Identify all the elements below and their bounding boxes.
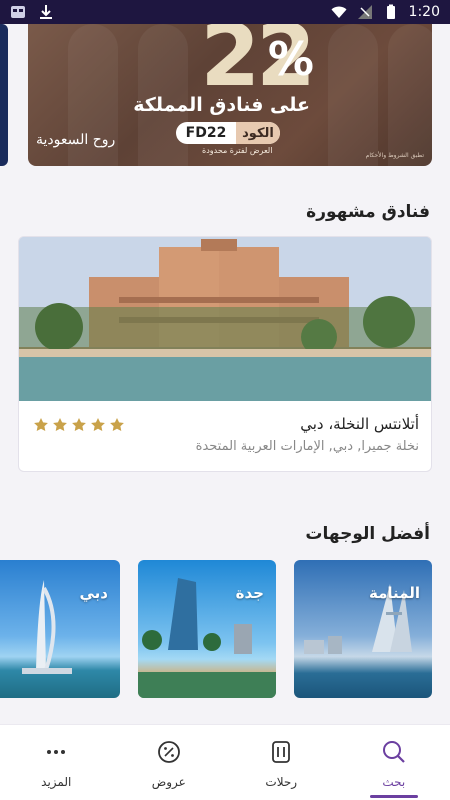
offers-icon bbox=[157, 741, 180, 763]
star-icon bbox=[91, 418, 105, 431]
download-icon bbox=[40, 5, 52, 19]
hotel-rating bbox=[33, 417, 125, 433]
trips-icon bbox=[272, 741, 291, 763]
nav-label: بحث bbox=[382, 775, 406, 789]
manama-skyline-image bbox=[304, 584, 412, 654]
more-icon bbox=[47, 750, 66, 754]
destination-card-jeddah[interactable]: جدة bbox=[138, 560, 276, 698]
promo-banner[interactable]: 22 % على فنادق المملكة FD22 الكود العرض … bbox=[28, 24, 432, 166]
wifi-icon bbox=[331, 6, 347, 18]
star-icon bbox=[34, 418, 48, 431]
nav-item-search[interactable]: بحث bbox=[338, 725, 450, 800]
destination-label: المنامة bbox=[369, 584, 420, 602]
hotel-info: أتلانتس النخلة، دبي نخلة جميرا, دبي, الإ… bbox=[19, 401, 431, 471]
nav-label: رحلات bbox=[265, 775, 298, 789]
promo-terms: تطبق الشروط والأحكام bbox=[365, 152, 424, 159]
star-icon bbox=[72, 418, 86, 431]
bottom-navigation: المزيد عروض رحلات بحث bbox=[0, 724, 450, 800]
nav-item-trips[interactable]: رحلات bbox=[225, 725, 338, 800]
nav-label: المزيد bbox=[41, 775, 72, 789]
dubai-burj-al-arab-image bbox=[22, 580, 72, 674]
top-destinations-title: أفضل الوجهات bbox=[305, 524, 430, 544]
search-icon bbox=[382, 741, 405, 763]
battery-icon bbox=[386, 4, 395, 19]
gallery-notification-icon bbox=[11, 6, 25, 18]
promo-brand-logo: روح السعودية bbox=[36, 132, 116, 148]
carousel-prev-peek[interactable] bbox=[0, 24, 8, 166]
nav-item-more[interactable]: المزيد bbox=[0, 725, 113, 800]
featured-hotels-title: فنادق مشهورة bbox=[306, 202, 430, 222]
promo-headline: على فنادق المملكة bbox=[133, 94, 310, 116]
nav-item-offers[interactable]: عروض bbox=[113, 725, 226, 800]
nav-label: عروض bbox=[151, 775, 186, 789]
destination-label: جدة bbox=[235, 584, 264, 602]
promo-code-pill: FD22 الكود bbox=[176, 122, 280, 144]
star-icon bbox=[110, 418, 124, 431]
status-time: 1:20 bbox=[408, 4, 440, 20]
hotel-photo bbox=[19, 237, 431, 401]
destination-card-dubai[interactable]: دبي bbox=[0, 560, 120, 698]
destination-label: دبي bbox=[79, 584, 108, 602]
promo-code-label: الكود bbox=[236, 122, 280, 144]
promo-code-value: FD22 bbox=[185, 125, 227, 141]
promo-limited-note: العرض لفترة محدودة bbox=[202, 146, 273, 155]
hotel-location: نخلة جميرا, دبي, الإمارات العربية المتحد… bbox=[195, 439, 419, 454]
status-bar: 1:20 bbox=[0, 0, 450, 24]
destination-card-manama[interactable]: المنامة bbox=[294, 560, 432, 698]
no-signal-icon bbox=[357, 5, 372, 19]
jeddah-skyline-image bbox=[138, 578, 276, 698]
promo-percent-sign: % bbox=[267, 32, 314, 86]
hotel-card[interactable]: أتلانتس النخلة، دبي نخلة جميرا, دبي, الإ… bbox=[18, 236, 432, 472]
star-icon bbox=[53, 418, 67, 431]
promo-carousel[interactable]: 22 % على فنادق المملكة FD22 الكود العرض … bbox=[0, 24, 450, 172]
